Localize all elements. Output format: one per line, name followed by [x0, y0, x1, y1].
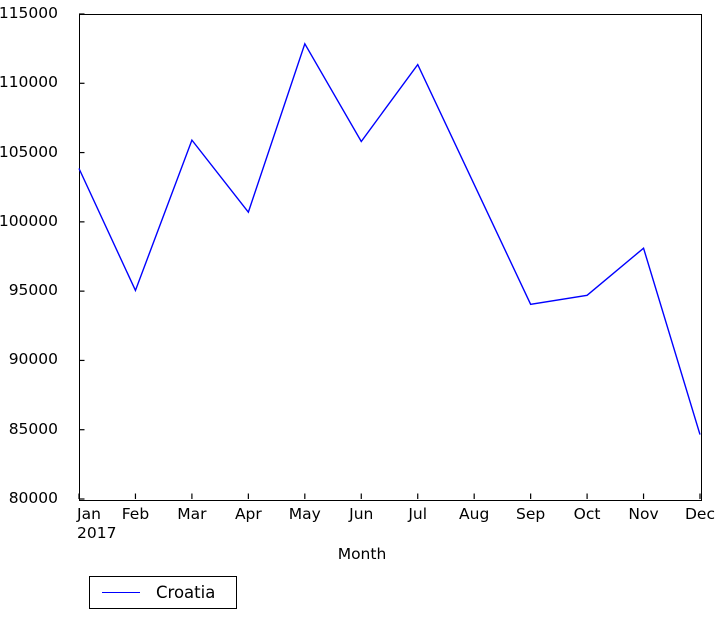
x-axis-title: Month	[337, 545, 387, 563]
x-tick-label-year: 2017	[77, 523, 117, 542]
x-tick-label: Jul	[408, 505, 428, 523]
y-tick-label: 95000	[8, 281, 58, 300]
x-tick-label: Dec	[685, 505, 715, 523]
chart-legend: Croatia	[89, 576, 237, 609]
x-tick-label-month: Jan	[77, 505, 101, 523]
y-tick-label: 115000	[0, 4, 58, 22]
x-tick-label: Nov	[628, 505, 659, 523]
x-tick-label: Oct	[573, 505, 601, 523]
legend-line-swatch-icon	[102, 592, 140, 593]
x-tick-label: Apr	[234, 505, 262, 523]
y-tick-label: 85000	[8, 419, 58, 438]
plot-area	[78, 13, 701, 500]
x-tick-marks	[78, 493, 701, 499]
x-tick-label: Sep	[516, 505, 546, 523]
y-tick-label: 80000	[8, 489, 58, 507]
line-series-croatia	[78, 42, 701, 435]
y-tick-label: 90000	[8, 350, 58, 369]
y-tick-label: 105000	[0, 142, 58, 161]
x-tick-label: May	[288, 505, 321, 523]
y-tick-label: 100000	[0, 211, 58, 230]
x-tick-label: Mar	[177, 505, 207, 523]
data-series-group	[78, 42, 701, 435]
legend-label-croatia: Croatia	[156, 583, 216, 602]
y-tick-label: 110000	[0, 73, 58, 92]
x-tick-label: Aug	[459, 505, 490, 523]
x-tick-label: Jun	[349, 505, 374, 523]
legend-entry-croatia: Croatia	[90, 577, 236, 608]
x-tick-label: Feb	[121, 505, 150, 523]
figure-canvas: 80000 85000 90000 95000 100000 105000 110000 11…	[0, 0, 724, 621]
y-tick-marks	[79, 13, 85, 500]
